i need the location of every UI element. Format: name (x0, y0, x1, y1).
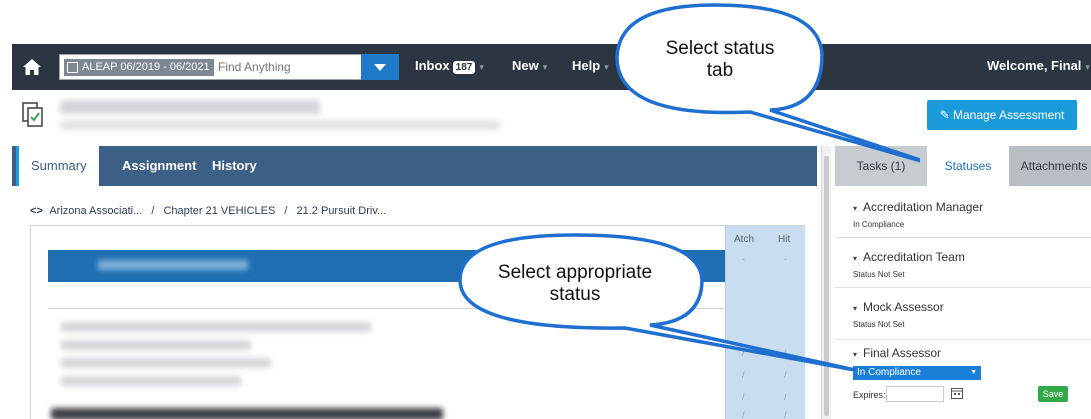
new-label: New (512, 58, 539, 73)
breadcrumb: <> Arizona Associati... / Chapter 21 VEH… (30, 205, 386, 217)
screenshot-stage: ALEAP 06/2019 - 06/2021 Inbox187▾ New▾ H… (0, 0, 1091, 419)
blurred-text-line (61, 322, 371, 332)
tab-assignment-label: Assignment (122, 158, 197, 173)
tab-statuses[interactable]: Statuses (927, 146, 1009, 186)
page-header: ✎ Manage Assessment (12, 90, 1091, 144)
breadcrumb-chip[interactable]: ALEAP 06/2019 - 06/2021 (64, 59, 214, 76)
row-marker: / (784, 392, 787, 402)
callout-line: Select appropriate (497, 262, 653, 283)
callout-text-appropriate-status: Select appropriate status (470, 262, 680, 306)
callout-bubble-status-tab (615, 3, 920, 163)
chevron-down-icon (374, 64, 386, 71)
manage-assessment-label: Manage Assessment (953, 108, 1065, 122)
inbox-menu[interactable]: Inbox 187 ▾ (415, 58, 484, 74)
status-role: ▾ Accreditation Manager (853, 200, 984, 214)
home-icon[interactable] (22, 57, 42, 77)
expand-triangle-icon: ▾ (853, 204, 858, 213)
expires-label: Expires: (853, 390, 886, 400)
help-label: Help (572, 58, 601, 73)
row-marker: / (784, 410, 787, 419)
caret-down-icon: ▾ (1085, 62, 1090, 72)
find-anything-input[interactable] (218, 55, 358, 79)
tab-summary-label: Summary (31, 158, 87, 173)
new-menu[interactable]: New ▾ (512, 58, 547, 73)
expires-date-input[interactable] (886, 386, 944, 402)
breadcrumb-link-chapter[interactable]: Chapter 21 VEHICLES (163, 205, 275, 217)
manage-assessment-button[interactable]: ✎ Manage Assessment (927, 100, 1077, 130)
tab-statuses-label: Statuses (944, 159, 992, 173)
row-marker: / (742, 410, 745, 419)
blurred-text-line (51, 408, 443, 419)
tab-assignment[interactable]: Assignment (110, 146, 208, 186)
tab-history[interactable]: History (200, 146, 269, 186)
inbox-label: Inbox (415, 58, 450, 73)
caret-down-icon: ▼ (970, 369, 977, 376)
callout-bubble-appropriate-status (458, 233, 856, 372)
save-button[interactable]: Save (1038, 386, 1068, 402)
document-check-icon (22, 102, 43, 127)
tab-history-label: History (212, 158, 257, 173)
welcome-label: Welcome, Final (987, 58, 1082, 73)
breadcrumb-link-standard[interactable]: Arizona Associati... (49, 205, 142, 217)
pencil-icon: ✎ (939, 108, 950, 122)
caret-down-icon: ▾ (479, 62, 484, 72)
top-navbar: ALEAP 06/2019 - 06/2021 Inbox187▾ New▾ H… (12, 44, 1091, 90)
final-assessor-status-select[interactable]: In Compliance ▼ (853, 366, 981, 380)
tab-summary[interactable]: Summary (16, 146, 99, 186)
blurred-subtitle (60, 120, 500, 130)
right-side-panel: Tasks (1) Statuses Attachments ▾ Accredit… (835, 146, 1091, 419)
breadcrumb-chip-label: ALEAP 06/2019 - 06/2021 (82, 61, 210, 73)
callout-line: status (549, 284, 601, 305)
calendar-chip-icon (67, 62, 78, 73)
breadcrumb-link-section[interactable]: 21.2 Pursuit Driv... (297, 205, 387, 217)
user-menu[interactable]: Welcome, Final ▾ (987, 58, 1090, 73)
status-item-accreditation-team[interactable]: ▾ Accreditation Team Status Not Set (835, 238, 1091, 288)
blurred-standard-title (98, 260, 248, 270)
blurred-text-line (61, 358, 271, 368)
callout-text-status-tab: Select status tab (620, 38, 820, 82)
caret-down-icon: ▾ (542, 62, 548, 72)
callout-line: tab (706, 60, 734, 81)
inbox-count-badge: 187 (452, 61, 476, 74)
blurred-text-line (61, 376, 241, 386)
row-marker: / (742, 392, 745, 402)
context-search-box[interactable]: ALEAP 06/2019 - 06/2021 (59, 54, 399, 80)
status-value: In Compliance (853, 220, 905, 229)
prev-next-arrows-icon[interactable]: <> (30, 205, 43, 217)
breadcrumb-separator: / (151, 205, 155, 217)
blurred-title (60, 100, 320, 114)
calendar-icon[interactable] (951, 387, 963, 399)
breadcrumb-separator: / (284, 205, 288, 217)
blurred-text-line (61, 340, 251, 350)
status-item-accreditation-manager[interactable]: ▾ Accreditation Manager In Compliance (835, 186, 1091, 238)
callout-line: Select status (665, 38, 775, 59)
status-item-mock-assessor[interactable]: ▾ Mock Assessor Status Not Set (835, 288, 1091, 340)
tab-attachments-label: Attachments (1020, 159, 1088, 173)
search-dropdown-button[interactable] (361, 54, 399, 80)
tab-attachments[interactable]: Attachments (1009, 146, 1091, 186)
